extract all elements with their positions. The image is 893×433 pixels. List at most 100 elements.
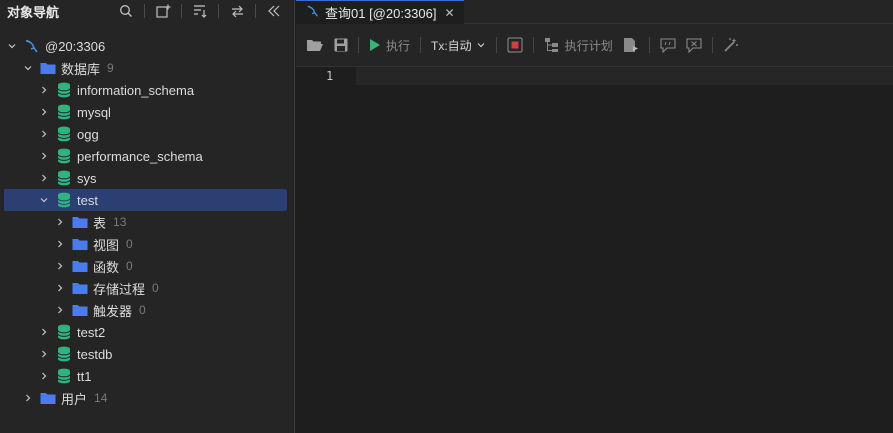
toolbar-divider [420,37,422,53]
databases-label: 数据库 [61,61,101,77]
chevron-right-icon[interactable] [22,392,34,404]
chevron-right-icon[interactable] [38,326,50,338]
object-navigator-panel: 对象导航 @20:3306 数据库 9 information_schema m… [0,0,295,433]
tree-users-node[interactable]: 用户 14 [0,387,295,409]
chevron-right-icon[interactable] [38,150,50,162]
child-count: 0 [126,259,133,273]
sync-icon[interactable] [227,1,247,21]
header-divider [144,4,145,18]
execute-label: 执行 [386,38,411,53]
format-sql-button[interactable] [723,33,739,57]
tree-db-item-selected[interactable]: test [4,189,287,211]
tree-test-child[interactable]: 表 13 [0,211,295,233]
tree-test-child[interactable]: 函数 0 [0,255,295,277]
chevron-down-icon[interactable] [22,62,34,74]
tx-mode-label: Tx:自动 [431,38,472,53]
editor-tabbar: 查询01 [@20:3306] ✕ [296,0,893,24]
chevron-right-icon[interactable] [38,370,50,382]
db-item-label: mysql [77,104,111,120]
explain-plan-button[interactable]: 执行计划 [544,33,613,57]
tree-db-item[interactable]: information_schema [0,79,295,101]
chevron-down-icon[interactable] [6,40,18,52]
tree-db-item[interactable]: mysql [0,101,295,123]
database-icon [56,170,72,186]
database-icon [56,368,72,384]
database-icon [56,192,72,208]
mysql-dolphin-icon [24,38,40,54]
sort-icon[interactable] [190,1,210,21]
toolbar-divider [648,37,650,53]
database-icon [56,148,72,164]
object-tree: @20:3306 数据库 9 information_schema mysql … [0,35,295,409]
tree-test-child[interactable]: 视图 0 [0,233,295,255]
chevron-right-icon[interactable] [54,282,66,294]
close-icon[interactable]: ✕ [444,6,454,20]
sql-editor[interactable]: 1 [296,67,893,433]
database-icon [56,104,72,120]
folder-icon [72,236,88,252]
header-divider [218,4,219,18]
db-item-label: sys [77,170,97,186]
chevron-down-icon[interactable] [38,194,50,206]
line-number: 1 [326,69,334,83]
folder-icon [72,280,88,296]
add-window-icon[interactable] [153,1,173,21]
chevron-right-icon[interactable] [54,216,66,228]
tree-db-item[interactable]: performance_schema [0,145,295,167]
save-button[interactable] [334,33,348,57]
tab-query01[interactable]: 查询01 [@20:3306] ✕ [296,0,464,24]
line-gutter: 1 [296,67,356,433]
chevron-right-icon[interactable] [38,84,50,96]
toolbar-divider [358,37,359,53]
chevron-right-icon[interactable] [54,238,66,250]
child-label: 表 [93,215,107,231]
child-count: 0 [139,303,146,317]
tree-test-child[interactable]: 触发器 0 [0,299,295,321]
collapse-icon[interactable] [264,1,284,21]
chevron-right-icon[interactable] [54,304,66,316]
tree-connection-node[interactable]: @20:3306 [0,35,295,57]
child-label: 触发器 [93,303,133,319]
open-folder-button[interactable] [306,33,324,57]
search-icon[interactable] [116,1,136,21]
tree-databases-node[interactable]: 数据库 9 [0,57,295,79]
child-label: 视图 [93,237,120,253]
chevron-right-icon[interactable] [38,128,50,140]
folder-icon [72,258,88,274]
db-item-label: information_schema [77,82,195,98]
tree-db-item[interactable]: test2 [0,321,295,343]
users-count: 14 [94,391,108,405]
db-item-label: performance_schema [77,148,203,164]
execute-button[interactable]: 执行 [369,33,410,57]
folder-icon [40,60,56,76]
folder-icon [72,302,88,318]
navigator-header: 对象导航 [0,0,294,22]
database-icon [56,126,72,142]
chevron-right-icon[interactable] [38,106,50,118]
query-toolbar: 执行 Tx:自动 执行计划 [296,24,893,67]
tree-db-item[interactable]: testdb [0,343,295,365]
tree-test-child[interactable]: 存储过程 0 [0,277,295,299]
users-label: 用户 [61,391,88,407]
chevron-right-icon[interactable] [38,348,50,360]
chevron-right-icon[interactable] [38,172,50,184]
transaction-mode-dropdown[interactable]: Tx:自动 [431,33,486,57]
tree-db-item[interactable]: tt1 [0,365,295,387]
toolbar-divider [532,37,534,53]
header-divider [255,4,256,18]
explain-plan-label: 执行计划 [564,38,613,53]
db-item-label: ogg [77,126,99,142]
uncomment-button[interactable] [686,33,702,57]
stop-button[interactable] [507,33,523,57]
comment-button[interactable] [660,33,676,57]
connection-label: @20:3306 [45,38,106,54]
tree-db-item[interactable]: ogg [0,123,295,145]
chevron-right-icon[interactable] [54,260,66,272]
toolbar-divider [495,37,497,53]
tree-db-item[interactable]: sys [0,167,295,189]
export-plan-button[interactable] [623,33,639,57]
folder-icon [72,214,88,230]
database-icon [56,324,72,340]
current-line-highlight [356,67,893,85]
header-divider [181,4,182,18]
